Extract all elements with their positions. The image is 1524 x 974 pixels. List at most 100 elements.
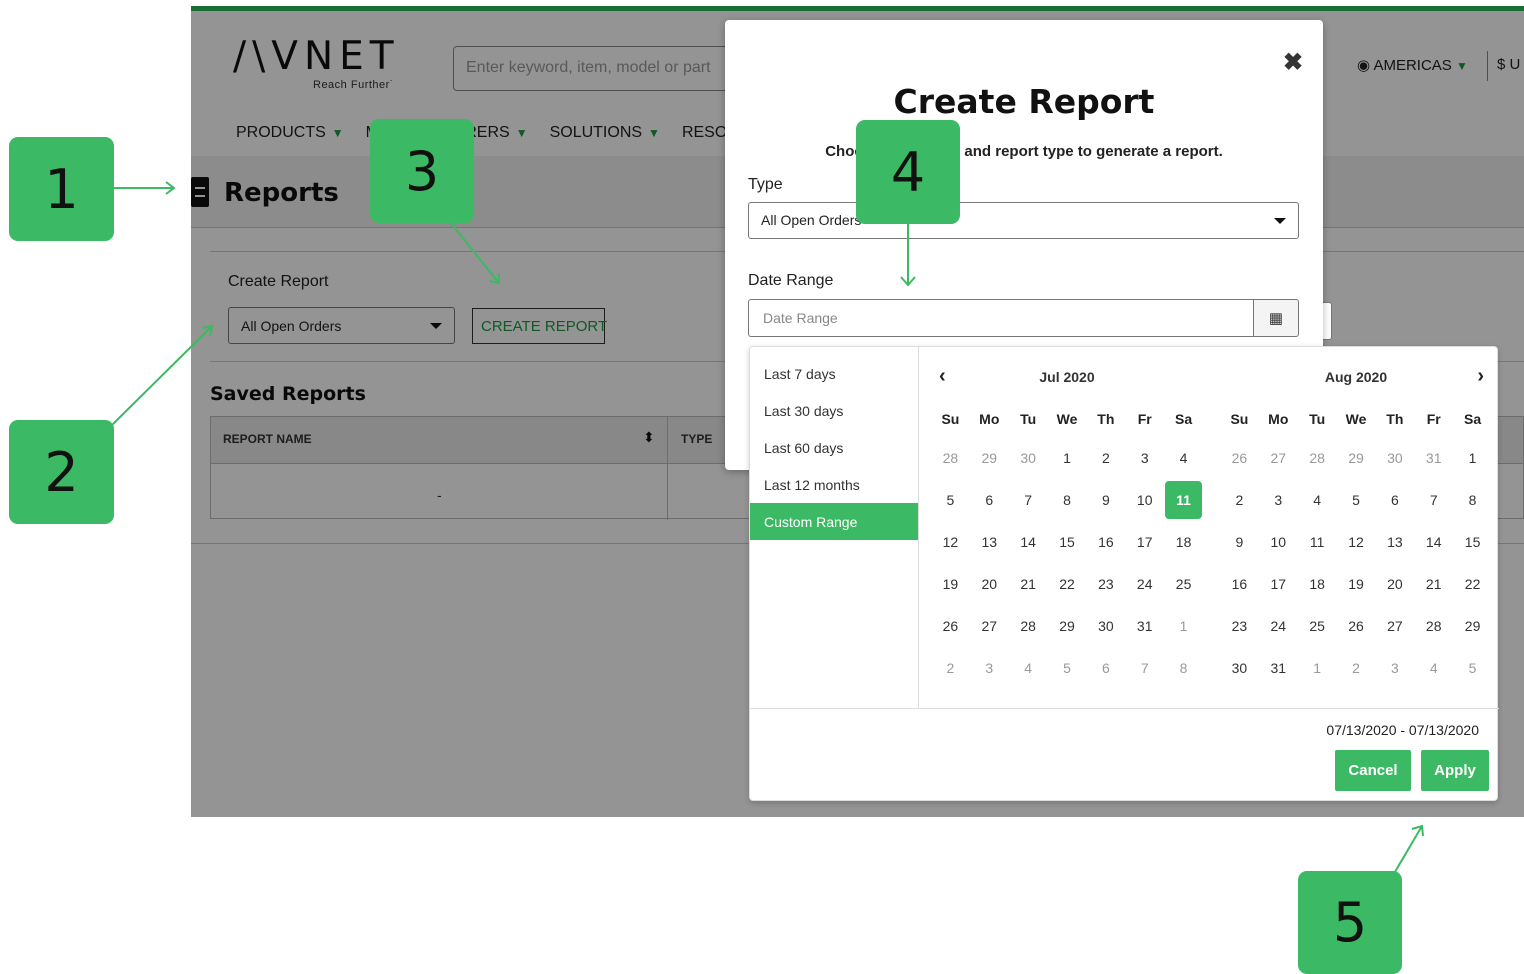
day-cell-selected[interactable]: 11 <box>1165 481 1202 519</box>
day-cell[interactable]: 10 <box>1259 521 1298 563</box>
day-cell[interactable]: 1 <box>1298 647 1337 689</box>
day-cell[interactable]: 3 <box>1259 479 1298 521</box>
day-cell[interactable]: 19 <box>931 563 970 605</box>
day-cell[interactable]: 9 <box>1220 521 1259 563</box>
day-cell[interactable]: 7 <box>1414 479 1453 521</box>
day-cell[interactable]: 30 <box>1086 605 1125 647</box>
day-cell[interactable]: 14 <box>1009 521 1048 563</box>
day-cell[interactable]: 18 <box>1164 521 1203 563</box>
day-cell[interactable]: 28 <box>1414 605 1453 647</box>
day-cell[interactable]: 29 <box>1337 437 1376 479</box>
day-cell[interactable]: 6 <box>1375 479 1414 521</box>
day-cell[interactable]: 20 <box>970 563 1009 605</box>
day-cell[interactable]: 6 <box>1086 647 1125 689</box>
weekday-label: Fr <box>1137 411 1152 427</box>
day-cell[interactable]: 26 <box>931 605 970 647</box>
prev-month-icon[interactable]: ‹ <box>939 365 946 388</box>
cancel-button[interactable]: Cancel <box>1335 750 1411 791</box>
day-cell[interactable]: 2 <box>931 647 970 689</box>
day-cell[interactable]: 30 <box>1220 647 1259 689</box>
day-cell[interactable]: 7 <box>1009 479 1048 521</box>
day-cell[interactable]: 31 <box>1414 437 1453 479</box>
range-option[interactable]: Last 7 days <box>750 355 918 392</box>
day-cell[interactable]: 24 <box>1259 605 1298 647</box>
day-cell[interactable]: 26 <box>1220 437 1259 479</box>
day-cell[interactable]: 13 <box>1375 521 1414 563</box>
day-cell[interactable]: 26 <box>1337 605 1376 647</box>
day-cell[interactable]: 12 <box>1337 521 1376 563</box>
day-cell[interactable]: 29 <box>970 437 1009 479</box>
range-option[interactable]: Last 60 days <box>750 429 918 466</box>
day-cell[interactable]: 28 <box>931 437 970 479</box>
day-cell[interactable]: 25 <box>1164 563 1203 605</box>
day-cell[interactable]: 3 <box>1125 437 1164 479</box>
day-cell[interactable]: 1 <box>1164 605 1203 647</box>
range-option[interactable]: Last 30 days <box>750 392 918 429</box>
day-cell[interactable]: 4 <box>1414 647 1453 689</box>
day-cell[interactable]: 17 <box>1259 563 1298 605</box>
day-cell[interactable]: 16 <box>1086 521 1125 563</box>
day-cell[interactable]: 17 <box>1125 521 1164 563</box>
day-cell[interactable]: 22 <box>1453 563 1492 605</box>
day-cell[interactable]: 2 <box>1337 647 1376 689</box>
day-cell[interactable]: 9 <box>1086 479 1125 521</box>
day-cell[interactable]: 27 <box>1259 437 1298 479</box>
day-cell[interactable]: 4 <box>1298 479 1337 521</box>
day-cell[interactable]: 13 <box>970 521 1009 563</box>
day-cell[interactable]: 8 <box>1164 647 1203 689</box>
day-cell[interactable]: 27 <box>1375 605 1414 647</box>
day-cell[interactable]: 15 <box>1453 521 1492 563</box>
day-cell[interactable]: 24 <box>1125 563 1164 605</box>
day-cell[interactable]: 4 <box>1164 437 1203 479</box>
day-cell[interactable]: 28 <box>1298 437 1337 479</box>
day-cell[interactable]: 5 <box>1048 647 1087 689</box>
day-cell[interactable]: 5 <box>931 479 970 521</box>
day-cell[interactable]: 15 <box>1048 521 1087 563</box>
day-cell[interactable]: 12 <box>931 521 970 563</box>
range-option[interactable]: Last 12 months <box>750 466 918 503</box>
day-cell[interactable]: 5 <box>1453 647 1492 689</box>
day-cell[interactable]: 11 <box>1298 521 1337 563</box>
day-cell[interactable]: 30 <box>1375 437 1414 479</box>
apply-button[interactable]: Apply <box>1421 750 1489 791</box>
calendar-icon[interactable]: ▦ <box>1253 299 1299 337</box>
day-cell[interactable]: 6 <box>970 479 1009 521</box>
day-cell[interactable]: 29 <box>1048 605 1087 647</box>
day-cell[interactable]: 31 <box>1259 647 1298 689</box>
day-cell[interactable]: 30 <box>1009 437 1048 479</box>
day-cell[interactable]: 18 <box>1298 563 1337 605</box>
day-cell[interactable]: 5 <box>1337 479 1376 521</box>
day-cell[interactable]: 8 <box>1453 479 1492 521</box>
day-cell[interactable]: 1 <box>1453 437 1492 479</box>
day-cell[interactable]: 2 <box>1086 437 1125 479</box>
day-cell[interactable]: 20 <box>1375 563 1414 605</box>
day-cell[interactable]: 22 <box>1048 563 1087 605</box>
day-cell[interactable]: 29 <box>1453 605 1492 647</box>
day-cell[interactable]: 1 <box>1048 437 1087 479</box>
day-cell[interactable]: 8 <box>1048 479 1087 521</box>
day-cell[interactable]: 25 <box>1298 605 1337 647</box>
day-cell[interactable]: 28 <box>1009 605 1048 647</box>
next-month-icon[interactable]: › <box>1477 365 1484 388</box>
day-cell[interactable]: 19 <box>1337 563 1376 605</box>
day-cell[interactable]: 21 <box>1414 563 1453 605</box>
close-icon[interactable]: ✖ <box>1283 48 1303 77</box>
day-cell[interactable]: 7 <box>1125 647 1164 689</box>
day-cell[interactable]: 10 <box>1125 479 1164 521</box>
day-cell[interactable]: 21 <box>1009 563 1048 605</box>
day-cell[interactable]: 23 <box>1220 605 1259 647</box>
day-cell[interactable]: 31 <box>1125 605 1164 647</box>
day-cell[interactable]: 3 <box>1375 647 1414 689</box>
range-option[interactable]: Custom Range <box>750 503 918 540</box>
calendar-august: Aug 2020 › Su Mo Tu We Th Fr Sa 26 27 28 29 30 31 1 2… <box>1220 361 1492 689</box>
day-cell[interactable]: 14 <box>1414 521 1453 563</box>
day-cell[interactable]: 23 <box>1086 563 1125 605</box>
type-select[interactable]: All Open Orders <box>748 202 1299 239</box>
day-cell[interactable]: 27 <box>970 605 1009 647</box>
day-cell[interactable]: 2 <box>1220 479 1259 521</box>
day-cell[interactable]: 16 <box>1220 563 1259 605</box>
day-cell[interactable]: 4 <box>1009 647 1048 689</box>
day-grid: 26 27 28 29 30 31 1 2 3 4 5 6 7 8 9 10 11 12 13 14 15 16 17 18 1… <box>1220 437 1492 689</box>
day-cell[interactable]: 3 <box>970 647 1009 689</box>
date-range-input[interactable]: Date Range <box>748 299 1254 337</box>
